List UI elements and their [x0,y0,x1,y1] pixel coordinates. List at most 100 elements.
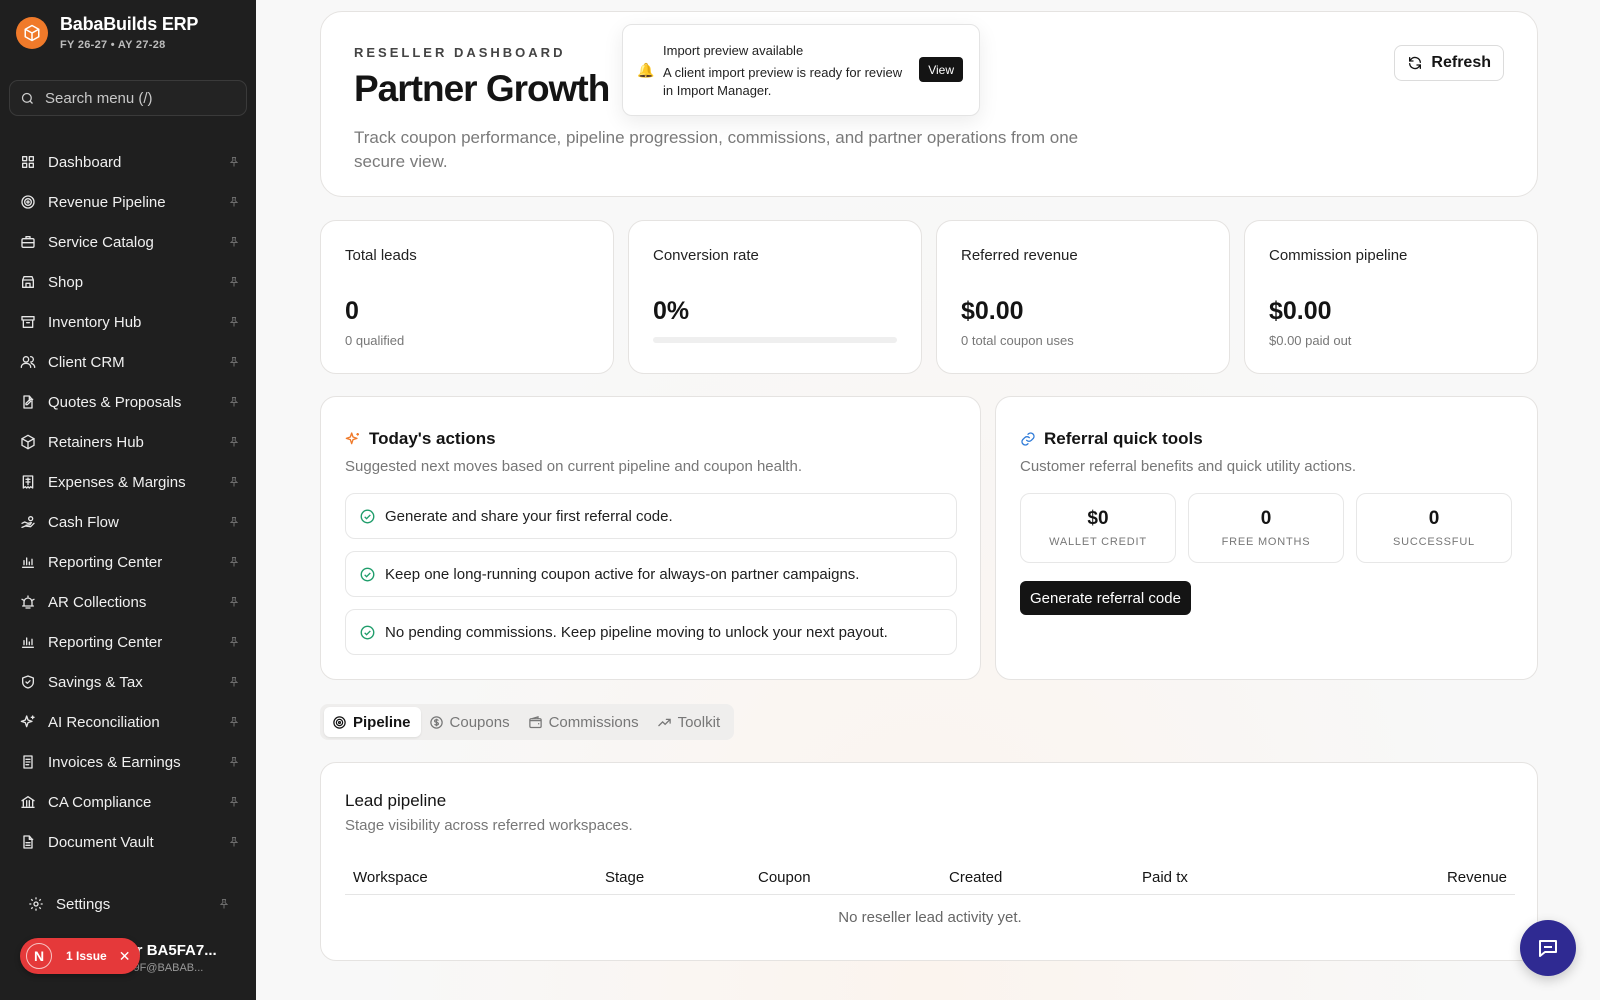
sidebar-item-inventory-hub[interactable]: Inventory Hub [0,302,256,342]
sidebar-item-label: Client CRM [48,353,125,371]
refresh-icon [1409,56,1422,70]
actions-title: Today's actions [369,429,496,448]
tile-value: 0 [1428,508,1440,529]
pin-icon[interactable] [228,276,240,288]
column-header-coupon[interactable]: Coupon [758,869,811,886]
pin-icon[interactable] [228,476,240,488]
stat-card-conversion-rate: Conversion rate 0% [628,220,922,374]
tab-coupons[interactable]: Coupons [421,707,520,737]
sidebar-item-label: Service Catalog [48,233,154,251]
sidebar-item-quotes-and-proposals[interactable]: Quotes & Proposals [0,382,256,422]
issue-indicator[interactable]: N 1 Issue ✕ [20,938,140,974]
trending-up-icon [657,718,671,726]
sidebar-item-reporting-center[interactable]: Reporting Center [0,542,256,582]
sidebar-item-ar-collections[interactable]: AR Collections [0,582,256,622]
panel-title: Referral quick tools [1020,429,1203,449]
hand-coins-icon [21,516,35,528]
sidebar-item-dashboard[interactable]: Dashboard [0,142,256,182]
stat-sub: $0.00 paid out [1269,333,1352,348]
package-icon [21,434,35,450]
settings-label: Settings [56,895,111,913]
issue-count: 1 Issue [66,949,107,963]
sidebar-item-shop[interactable]: Shop [0,262,256,302]
sidebar-item-label: AI Reconciliation [48,713,160,731]
pin-icon[interactable] [228,236,240,248]
stat-card-total-leads: Total leads 0 0 qualified [320,220,614,374]
pin-icon[interactable] [228,556,240,568]
lead-pipeline-card: Lead pipeline Stage visibility across re… [320,762,1538,961]
chat-launcher-button[interactable] [1520,920,1576,976]
sparkles-icon [345,432,359,445]
sidebar-item-label: Revenue Pipeline [48,193,166,211]
link-icon [1021,432,1035,446]
column-header-workspace[interactable]: Workspace [353,869,428,886]
sidebar-item-label: Document Vault [48,833,154,851]
table-header: Workspace Stage Coupon Created Paid tx R… [345,859,1515,895]
column-header-revenue[interactable]: Revenue [1447,869,1507,886]
pin-icon[interactable] [228,596,240,608]
tab-commissions[interactable]: Commissions [520,707,649,737]
empty-state: No reseller lead activity yet. [838,909,1022,926]
fiscal-year-label: FY 26-27 • AY 27-28 [60,39,166,51]
pin-icon[interactable] [228,356,240,368]
sidebar-item-retainers-hub[interactable]: Retainers Hub [0,422,256,462]
sidebar-item-cash-flow[interactable]: Cash Flow [0,502,256,542]
pin-icon[interactable] [228,436,240,448]
sidebar-item-ai-reconciliation[interactable]: AI Reconciliation [0,702,256,742]
sidebar-nav: Dashboard Revenue Pipeline Service Catalog… [0,142,256,862]
toast-view-button[interactable]: View [919,57,963,82]
action-item: Generate and share your first referral c… [345,493,957,539]
column-header-stage[interactable]: Stage [605,869,644,886]
stat-value: 0 [345,297,359,325]
sidebar-item-expenses-and-margins[interactable]: Expenses & Margins [0,462,256,502]
generate-referral-code-button[interactable]: Generate referral code [1020,581,1191,615]
pin-icon[interactable] [228,636,240,648]
pin-icon[interactable] [228,836,240,848]
pin-icon[interactable] [228,756,240,768]
successful-tile: 0 SUCCESSFUL [1356,493,1512,563]
sidebar-item-label: Reporting Center [48,553,163,571]
brand[interactable]: BabaBuilds ERP FY 26-27 • AY 27-28 [16,14,198,51]
close-icon[interactable]: ✕ [119,948,131,965]
check-circle-icon [360,567,375,581]
dollar-circle-icon [429,715,443,729]
archive-icon [21,316,35,328]
page-description: Track coupon performance, pipeline progr… [354,128,1079,171]
pin-icon[interactable] [228,316,240,328]
refresh-button[interactable]: Refresh [1394,45,1504,81]
search-box[interactable] [9,80,247,116]
pin-icon[interactable] [228,796,240,808]
pin-icon[interactable] [218,898,230,910]
search-input[interactable] [45,89,235,107]
column-header-paid-tx[interactable]: Paid tx [1142,869,1188,886]
tile-label: SUCCESSFUL [1393,536,1475,548]
tab-toolkit[interactable]: Toolkit [649,707,731,737]
stat-card-referred-revenue: Referred revenue $0.00 0 total coupon us… [936,220,1230,374]
sidebar-item-revenue-pipeline[interactable]: Revenue Pipeline [0,182,256,222]
sidebar-item-client-crm[interactable]: Client CRM [0,342,256,382]
sidebar-item-reporting-center[interactable]: Reporting Center [0,622,256,662]
sidebar-item-ca-compliance[interactable]: CA Compliance [0,782,256,822]
column-header-created[interactable]: Created [949,869,1002,886]
sidebar-item-service-catalog[interactable]: Service Catalog [0,222,256,262]
pin-icon[interactable] [228,516,240,528]
gear-icon [29,897,43,911]
stat-card-commission-pipeline: Commission pipeline $0.00 $0.00 paid out [1244,220,1538,374]
pin-icon[interactable] [228,156,240,168]
referral-title: Referral quick tools [1044,429,1203,448]
sidebar-item-document-vault[interactable]: Document Vault [0,822,256,862]
sidebar-item-settings[interactable]: Settings [0,885,256,923]
tab-label: Commissions [548,713,639,731]
sidebar-item-invoices-and-earnings[interactable]: Invoices & Earnings [0,742,256,782]
stat-label: Commission pipeline [1269,247,1408,264]
check-circle-icon [360,509,375,523]
pin-icon[interactable] [228,676,240,688]
pin-icon[interactable] [228,716,240,728]
pin-icon[interactable] [228,396,240,408]
sidebar: BabaBuilds ERP FY 26-27 • AY 27-28 Dashb… [0,0,256,1000]
sidebar-item-label: Cash Flow [48,513,119,531]
action-item: No pending commissions. Keep pipeline mo… [345,609,957,655]
sidebar-item-savings-and-tax[interactable]: Savings & Tax [0,662,256,702]
pin-icon[interactable] [228,196,240,208]
tab-pipeline[interactable]: Pipeline [324,707,421,737]
